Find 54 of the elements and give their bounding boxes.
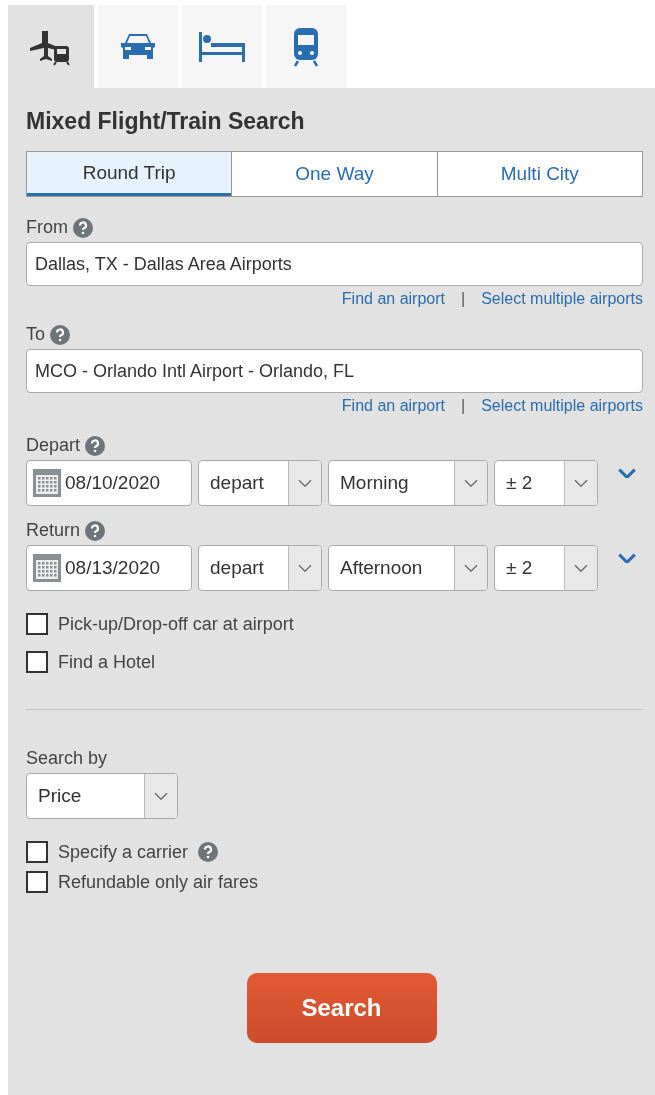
link[interactable]: Find an airport xyxy=(341,397,445,415)
checkbox[interactable] xyxy=(26,871,48,893)
date-field[interactable]: 08/13/2020 xyxy=(26,545,192,591)
caret-icon xyxy=(154,791,168,801)
link[interactable]: Find an airport xyxy=(341,290,445,308)
dropdown[interactable]: Price xyxy=(26,773,178,819)
location-field[interactable]: Dallas, TX - Dallas Area Airports xyxy=(26,242,643,286)
mode-tab[interactable] xyxy=(266,5,346,88)
calendar-icon[interactable] xyxy=(32,553,62,583)
panel-title: Mixed Flight/Train Search xyxy=(26,108,306,135)
dropdown[interactable]: depart xyxy=(198,545,322,591)
mode-tab[interactable] xyxy=(8,5,94,88)
link-separator: | xyxy=(461,290,466,308)
field-label: From xyxy=(26,217,68,238)
checkbox-label: Pick-up/Drop-off car at airport xyxy=(58,613,294,635)
help-icon[interactable] xyxy=(73,217,93,238)
checkbox-label: Specify a carrier xyxy=(58,841,189,863)
help-icon[interactable] xyxy=(85,520,106,541)
caret-icon xyxy=(298,563,312,573)
date-field[interactable]: 08/10/2020 xyxy=(26,460,192,506)
calendar-icon[interactable] xyxy=(32,468,62,498)
search-button[interactable]: Search xyxy=(246,973,437,1043)
mode-tab[interactable] xyxy=(182,5,262,88)
dropdown[interactable]: depart xyxy=(198,460,322,506)
link[interactable]: Select multiple airports xyxy=(481,397,643,415)
link[interactable]: Select multiple airports xyxy=(481,290,643,308)
dropdown[interactable]: ± 2 xyxy=(494,545,598,591)
checkbox[interactable] xyxy=(26,841,48,863)
caret-icon xyxy=(464,478,478,488)
caret-icon xyxy=(574,478,588,488)
dropdown[interactable]: Morning xyxy=(328,460,488,506)
location-field[interactable]: MCO - Orlando Intl Airport - Orlando, FL xyxy=(26,349,643,393)
mode-tab[interactable] xyxy=(98,5,178,88)
help-icon[interactable] xyxy=(50,324,70,345)
checkbox-label: Refundable only air fares xyxy=(58,871,259,893)
checkbox[interactable] xyxy=(26,651,48,673)
field-label: Return xyxy=(26,520,81,541)
caret-icon xyxy=(298,478,312,488)
field-label: To xyxy=(26,324,45,345)
checkbox-label: Find a Hotel xyxy=(58,651,156,673)
caret-icon xyxy=(464,563,478,573)
help-icon[interactable] xyxy=(85,435,106,456)
caret-icon xyxy=(574,563,588,573)
expand-icon xyxy=(618,467,636,479)
checkbox[interactable] xyxy=(26,613,48,635)
expand-icon xyxy=(618,552,636,564)
dropdown[interactable]: ± 2 xyxy=(494,460,598,506)
field-label: Search by xyxy=(26,748,108,769)
dropdown[interactable]: Afternoon xyxy=(328,545,488,591)
field-label: Depart xyxy=(26,435,81,456)
help-icon[interactable] xyxy=(198,842,219,862)
bed-icon xyxy=(197,29,247,64)
trip-type-tab[interactable]: Round Trip xyxy=(27,152,232,196)
link-separator: | xyxy=(461,397,466,415)
